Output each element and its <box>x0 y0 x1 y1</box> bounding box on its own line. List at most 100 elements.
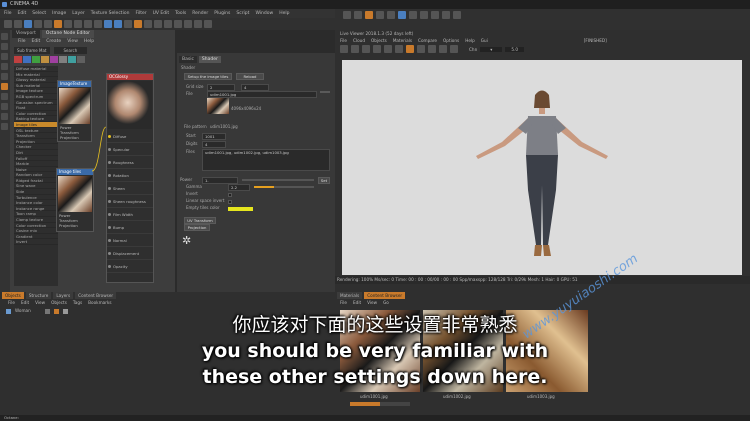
file-field[interactable]: udim1001.jpg <box>207 91 317 98</box>
lv-render-value[interactable]: 5.0 <box>505 46 525 52</box>
deformer-icon[interactable] <box>174 20 182 28</box>
floor-icon[interactable] <box>184 20 192 28</box>
menu-plugins[interactable]: Plugins <box>214 9 230 18</box>
tab-objects[interactable]: Objects <box>2 292 24 299</box>
uv-transform-button[interactable]: UV Transform <box>184 217 216 224</box>
array-icon[interactable] <box>164 20 172 28</box>
lv-pause-icon[interactable] <box>362 45 370 53</box>
texture-mode-icon[interactable] <box>1 43 8 50</box>
power-field[interactable]: 1. <box>202 177 238 184</box>
map-tab-icon[interactable] <box>41 56 49 63</box>
x-axis-icon[interactable] <box>64 20 72 28</box>
lv-restart-icon[interactable] <box>351 45 359 53</box>
asset-menu-edit[interactable]: Edit <box>353 300 361 306</box>
digits-field[interactable]: 4 <box>202 141 226 148</box>
tab-content-browser-2[interactable]: Content Browser <box>364 292 406 299</box>
port-opacity[interactable]: Opacity <box>107 260 153 273</box>
port-rotation[interactable]: Rotation <box>107 169 153 182</box>
fx-icon[interactable] <box>431 11 439 19</box>
ne-menu-file[interactable]: File <box>18 38 26 46</box>
select-icon[interactable] <box>54 20 62 28</box>
obj-menu-tags[interactable]: Tags <box>73 300 82 306</box>
power-slider[interactable] <box>242 179 314 181</box>
lv-menu-cloud[interactable]: Cloud <box>353 38 365 44</box>
linear-space-checkbox[interactable] <box>228 200 232 204</box>
file-browse-button[interactable] <box>320 91 330 93</box>
port-roughness[interactable]: Roughness <box>107 156 153 169</box>
y-axis-icon[interactable] <box>74 20 82 28</box>
node-list-item[interactable]: Invert <box>14 239 58 245</box>
all-tab-icon[interactable] <box>77 56 85 63</box>
tab-octane-node-editor[interactable]: Octane Node Editor <box>41 30 94 38</box>
emi-tab-icon[interactable] <box>50 56 58 63</box>
tab-shader[interactable]: Shader <box>198 56 221 63</box>
film-icon[interactable] <box>387 11 395 19</box>
model-mode-icon[interactable] <box>1 33 8 40</box>
sphere-icon[interactable] <box>409 11 417 19</box>
port-displacement[interactable]: Displacement <box>107 247 153 260</box>
asset-menu-go[interactable]: Go <box>383 300 389 306</box>
grid-icon[interactable] <box>343 11 351 19</box>
tab-content-browser[interactable]: Content Browser <box>75 292 117 299</box>
polygons-mode-icon[interactable] <box>1 73 8 80</box>
lv-grid-icon[interactable] <box>439 45 447 53</box>
lv-menu-compare[interactable]: Compare <box>418 38 437 44</box>
empty-tiles-color-swatch[interactable] <box>228 207 253 211</box>
ne-menu-help[interactable]: Help <box>84 38 94 46</box>
lv-menu-help[interactable]: Help <box>465 38 475 44</box>
snap-icon[interactable] <box>1 113 8 120</box>
lv-clay-icon[interactable] <box>417 45 425 53</box>
edges-mode-icon[interactable] <box>1 63 8 70</box>
camera-icon[interactable] <box>194 20 202 28</box>
projection-button[interactable]: Projection <box>184 224 210 231</box>
lv-menu-objects[interactable]: Objects <box>371 38 387 44</box>
axis-mode-icon[interactable] <box>1 93 8 100</box>
thumb-size-slider[interactable] <box>350 402 410 406</box>
menu-image[interactable]: Image <box>52 9 66 18</box>
render-viewport[interactable] <box>342 60 742 275</box>
tweak-mode-icon[interactable] <box>1 103 8 110</box>
menu-texture-selection[interactable]: Texture Selection <box>91 9 130 18</box>
redo-icon[interactable] <box>14 20 22 28</box>
obj-menu-file[interactable]: File <box>8 300 15 306</box>
port-sheen-roughness[interactable]: Sheen roughness <box>107 195 153 208</box>
render-settings-icon[interactable] <box>124 20 132 28</box>
image-tiles-node[interactable]: Image tiles Power Transform Projection <box>56 168 94 232</box>
tab-layers[interactable]: Layers <box>53 292 74 299</box>
gamma-field[interactable]: 2.2 <box>228 184 250 191</box>
hair-icon[interactable] <box>420 11 428 19</box>
ne-menu-create[interactable]: Create <box>46 38 61 46</box>
obj-menu-bookmarks[interactable]: Bookmarks <box>88 300 111 306</box>
grid-y-field[interactable]: 4 <box>241 84 269 91</box>
z-axis-icon[interactable] <box>84 20 92 28</box>
menu-script[interactable]: Script <box>236 9 249 18</box>
tab-basic[interactable]: Basic <box>179 56 197 63</box>
render-view-icon[interactable] <box>104 20 112 28</box>
menu-select[interactable]: Select <box>32 9 46 18</box>
menu-tools[interactable]: Tools <box>175 9 186 18</box>
grid-x-field[interactable]: 2 <box>207 84 235 91</box>
lv-menu-options[interactable]: Options <box>443 38 459 44</box>
lamp-icon[interactable] <box>398 11 406 19</box>
menu-file[interactable]: File <box>4 9 12 18</box>
obj-menu-edit[interactable]: Edit <box>21 300 29 306</box>
scale-icon[interactable] <box>34 20 42 28</box>
port-film-width[interactable]: Film Width <box>107 208 153 221</box>
start-field[interactable]: 1001 <box>202 133 226 140</box>
lv-region-icon[interactable] <box>384 45 392 53</box>
undo-icon[interactable] <box>4 20 12 28</box>
tab-materials[interactable]: Materials <box>337 292 363 299</box>
pen-icon[interactable] <box>144 20 152 28</box>
reload-button[interactable]: Reload <box>236 73 264 80</box>
mat-tab-icon[interactable] <box>14 56 22 63</box>
ne-menu-edit[interactable]: Edit <box>32 38 41 46</box>
menu-filter[interactable]: Filter <box>135 9 146 18</box>
material-node[interactable]: OCGlossy Diffuse Specular Roughness Rota… <box>106 73 154 283</box>
c4d-tab-icon[interactable] <box>68 56 76 63</box>
tab-structure[interactable]: Structure <box>25 292 52 299</box>
render-icon[interactable] <box>114 20 122 28</box>
lv-menu-gui[interactable]: Gui <box>481 38 488 44</box>
lv-menu-file[interactable]: File <box>340 38 347 44</box>
port-normal[interactable]: Normal <box>107 234 153 247</box>
lv-stop-icon[interactable] <box>373 45 381 53</box>
